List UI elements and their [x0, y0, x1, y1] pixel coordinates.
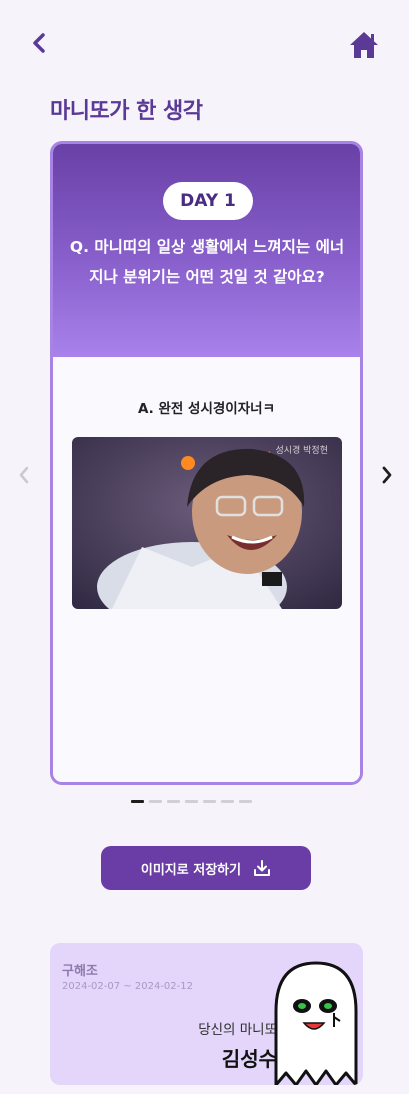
carousel-next-button[interactable]: [379, 463, 395, 487]
home-icon: [350, 32, 378, 58]
page-title: 마니또가 한 생각: [50, 99, 203, 124]
back-button[interactable]: [28, 30, 50, 56]
chevron-left-icon: [19, 466, 29, 484]
chevron-right-icon: [382, 466, 392, 484]
card-body: A. 완전 성시경이자너ㅋ 성시경 박정현: [53, 357, 360, 782]
top-bar: [0, 0, 409, 80]
carousel-indicator: [131, 800, 252, 803]
save-image-button[interactable]: 이미지로 저장하기: [101, 846, 311, 890]
date-range: 2024-02-07 ~ 2024-02-12: [62, 981, 193, 992]
carousel-dot[interactable]: [239, 800, 252, 803]
ghost-mascot-icon: [274, 961, 358, 1085]
group-name: 구해조: [62, 964, 98, 979]
answer-photo: 성시경 박정현: [72, 437, 342, 609]
question-text: Q. 마니띠의 일상 생활에서 느껴지는 에너지나 분위기는 어떤 것일 것 같…: [69, 238, 345, 286]
card-header: DAY 1 Q. 마니띠의 일상 생활에서 느껴지는 에너지나 분위기는 어떤 …: [53, 144, 360, 357]
download-icon: [254, 860, 271, 876]
carousel-dot[interactable]: [131, 800, 144, 803]
home-button[interactable]: [348, 30, 380, 60]
manitto-info-card: 구해조 2024-02-07 ~ 2024-02-12 당신의 마니또 김성수: [50, 943, 363, 1085]
answer-text: A. 완전 성시경이자너ㅋ: [137, 401, 275, 417]
carousel-dot[interactable]: [167, 800, 180, 803]
carousel-dot[interactable]: [149, 800, 162, 803]
carousel-dot[interactable]: [203, 800, 216, 803]
carousel-dot[interactable]: [221, 800, 234, 803]
chevron-left-icon: [33, 33, 45, 53]
answer-card: DAY 1 Q. 마니띠의 일상 생활에서 느껴지는 에너지나 분위기는 어떤 …: [50, 141, 363, 785]
carousel-prev-button[interactable]: [16, 463, 32, 487]
carousel-dot[interactable]: [185, 800, 198, 803]
photo-watermark: 성시경 박정현: [275, 446, 328, 456]
save-image-label: 이미지로 저장하기: [140, 862, 242, 878]
day-badge: DAY 1: [163, 182, 253, 220]
